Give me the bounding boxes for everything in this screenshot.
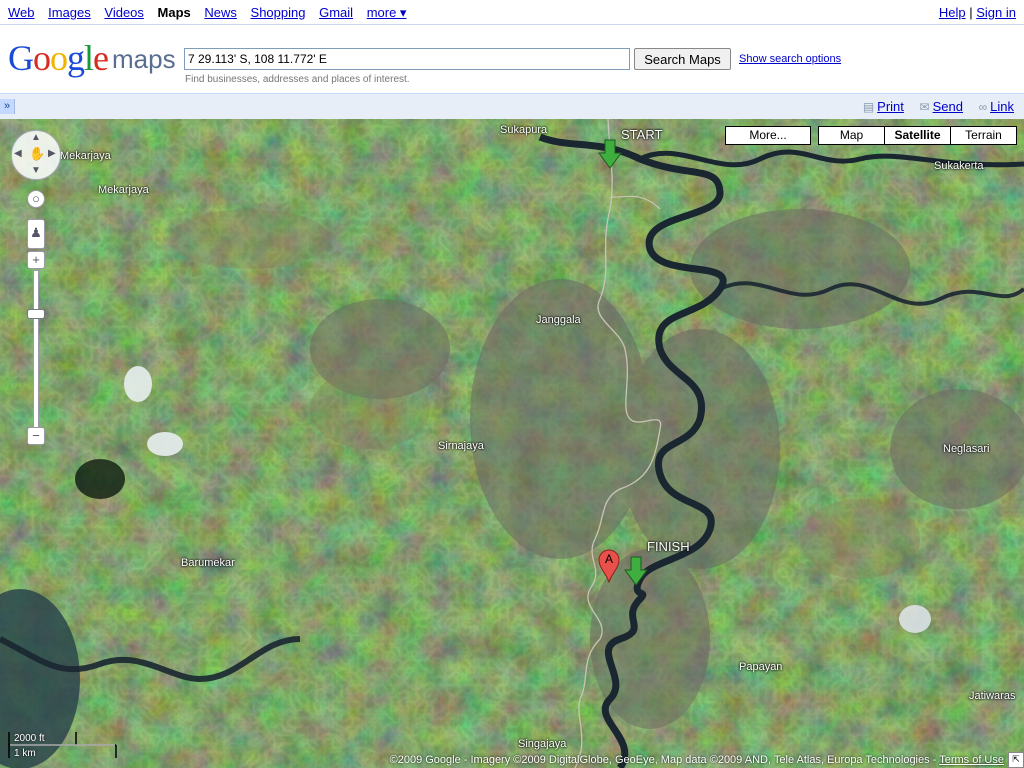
satellite-imagery (0, 119, 1024, 768)
zoom-slider-thumb[interactable] (27, 309, 45, 319)
map-toolbar: » ▤ Print ✉ Send ∞ Link (0, 93, 1024, 120)
map-type-satellite-button[interactable]: Satellite (884, 126, 951, 145)
show-search-options-link[interactable]: Show search options (739, 53, 841, 65)
center-reset-icon[interactable]: ○ (27, 190, 45, 208)
nav-link-shopping[interactable]: Shopping (251, 5, 306, 20)
nav-link-maps-current: Maps (157, 5, 191, 20)
link-link[interactable]: Link (990, 99, 1014, 114)
logo-letter: g (67, 38, 85, 78)
map-type-more-button[interactable]: More... (725, 126, 811, 145)
zoom-in-icon[interactable]: + (27, 251, 45, 269)
printer-icon: ▤ (862, 100, 875, 114)
map-type-terrain-button[interactable]: Terrain (950, 126, 1017, 145)
pan-down-icon[interactable]: ▼ (31, 165, 41, 176)
nav-link-videos[interactable]: Videos (104, 5, 144, 20)
nav-separator: | (969, 5, 973, 20)
scale-feet: 2000 ft (14, 733, 45, 744)
pan-right-icon[interactable]: ▶ (48, 148, 56, 159)
top-nav-bar: Web Images Videos Maps News Shopping Gma… (0, 0, 1024, 25)
map-type-map-button[interactable]: Map (818, 126, 885, 145)
start-arrow-marker-icon[interactable] (598, 139, 622, 169)
hand-icon: ✋ (29, 146, 46, 161)
pan-up-icon[interactable]: ▲ (31, 132, 41, 143)
start-label: START (621, 127, 663, 142)
pan-control[interactable]: ▲ ▼ ◀ ▶ ✋ (11, 130, 61, 180)
place-label-sukakerta[interactable]: Sukakerta (934, 160, 984, 172)
place-label-barumekar[interactable]: Barumekar (181, 557, 235, 569)
place-label-jatiwaras[interactable]: Jatiwaras (969, 690, 1015, 702)
logo-letter: l (84, 38, 94, 78)
finish-label: FINISH (647, 539, 690, 554)
print-link[interactable]: Print (877, 99, 904, 114)
help-link[interactable]: Help (939, 5, 966, 20)
location-pin-a-icon[interactable]: A (598, 549, 620, 583)
map-canvas[interactable]: Sukapura Mekarjaya Mekarjaya Sukakerta J… (0, 119, 1024, 768)
logo-letter: G (8, 38, 34, 78)
place-label-mekarjaya-1[interactable]: Mekarjaya (60, 150, 111, 162)
search-maps-button[interactable]: Search Maps (634, 48, 731, 70)
nav-link-images[interactable]: Images (48, 5, 91, 20)
street-view-pegman-icon[interactable]: ♟ (27, 219, 45, 249)
place-label-mekarjaya-2[interactable]: Mekarjaya (98, 184, 149, 196)
sign-in-link[interactable]: Sign in (976, 5, 1016, 20)
nav-link-news[interactable]: News (204, 5, 237, 20)
logo-maps-text: maps (112, 44, 176, 74)
overview-toggle-icon[interactable]: ⇱ (1008, 752, 1024, 768)
logo-letter: o (33, 38, 51, 78)
collapse-panel-button[interactable]: » (0, 99, 15, 114)
place-label-sukapura[interactable]: Sukapura (500, 124, 547, 136)
place-label-sirnajaya[interactable]: Sirnajaya (438, 440, 484, 452)
zoom-out-icon[interactable]: − (27, 427, 45, 445)
place-label-neglasari[interactable]: Neglasari (943, 443, 989, 455)
pin-letter: A (604, 552, 613, 566)
zoom-slider-track[interactable] (33, 270, 39, 432)
copyright-text: ©2009 Google - Imagery ©2009 DigitalGlob… (389, 754, 940, 766)
send-link[interactable]: Send (933, 99, 963, 114)
google-maps-logo[interactable]: Google maps (8, 38, 176, 78)
logo-letter: o (50, 38, 68, 78)
place-label-singajaya[interactable]: Singajaya (518, 738, 566, 750)
logo-letter: e (93, 38, 109, 78)
terms-of-use-link[interactable]: Terms of Use (939, 754, 1004, 766)
search-input[interactable] (184, 48, 630, 70)
copyright-notice: ©2009 Google - Imagery ©2009 DigitalGlob… (390, 754, 1004, 766)
search-hint-text: Find businesses, addresses and places of… (185, 74, 410, 85)
envelope-icon: ✉ (919, 100, 930, 114)
nav-link-gmail[interactable]: Gmail (319, 5, 353, 20)
chain-link-icon: ∞ (978, 100, 988, 114)
nav-link-more[interactable]: more ▾ (367, 5, 407, 20)
logo-google-text: Google (8, 38, 109, 78)
pan-left-icon[interactable]: ◀ (14, 148, 22, 159)
scale-km: 1 km (14, 748, 36, 759)
nav-link-web[interactable]: Web (8, 5, 35, 20)
finish-arrow-marker-icon[interactable] (624, 556, 648, 586)
place-label-janggala[interactable]: Janggala (536, 314, 581, 326)
place-label-papayan[interactable]: Papayan (739, 661, 782, 673)
map-scale: 2000 ft 1 km (8, 730, 118, 760)
